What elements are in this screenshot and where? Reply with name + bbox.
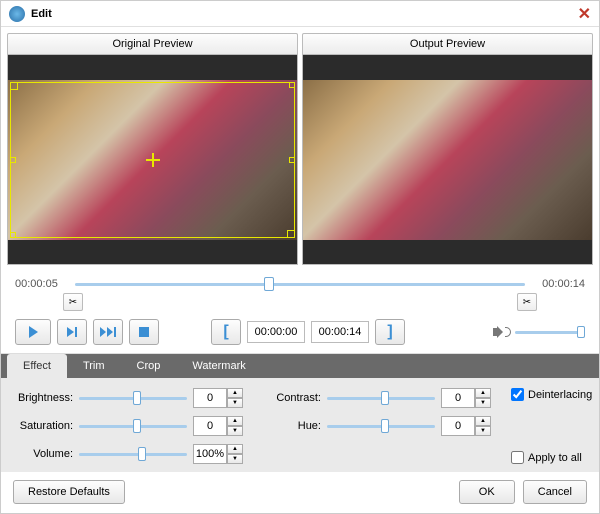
volume-label: Volume: bbox=[15, 448, 73, 460]
mark-out-button[interactable]: ✂ bbox=[517, 293, 537, 311]
volume-icon[interactable] bbox=[493, 325, 509, 339]
play-icon bbox=[29, 326, 38, 338]
tab-crop[interactable]: Crop bbox=[121, 354, 177, 378]
tab-effect[interactable]: Effect bbox=[7, 354, 67, 378]
output-preview-header: Output Preview bbox=[302, 33, 593, 55]
app-icon bbox=[9, 6, 25, 22]
crop-center-icon[interactable] bbox=[146, 153, 160, 167]
hue-down[interactable]: ▼ bbox=[475, 426, 491, 436]
hue-field[interactable] bbox=[441, 416, 475, 436]
step-button[interactable] bbox=[57, 319, 87, 345]
trim-in-field[interactable] bbox=[247, 321, 305, 343]
restore-defaults-button[interactable]: Restore Defaults bbox=[13, 480, 125, 504]
scissors-icon: ✂ bbox=[523, 297, 531, 308]
volume-up[interactable]: ▲ bbox=[227, 444, 243, 454]
saturation-slider[interactable] bbox=[79, 419, 187, 433]
deinterlacing-label: Deinterlacing bbox=[528, 389, 592, 401]
contrast-down[interactable]: ▼ bbox=[475, 398, 491, 408]
brightness-slider[interactable] bbox=[79, 391, 187, 405]
stop-button[interactable] bbox=[129, 319, 159, 345]
saturation-label: Saturation: bbox=[15, 420, 73, 432]
volume-effect-slider[interactable] bbox=[79, 447, 187, 461]
volume-slider[interactable] bbox=[515, 328, 585, 336]
tab-watermark[interactable]: Watermark bbox=[176, 354, 261, 378]
saturation-field[interactable] bbox=[193, 416, 227, 436]
play-button[interactable] bbox=[15, 319, 51, 345]
bracket-in-button[interactable]: [ bbox=[211, 319, 241, 345]
cancel-button[interactable]: Cancel bbox=[523, 480, 587, 504]
crop-rectangle[interactable] bbox=[10, 82, 295, 238]
brightness-field[interactable] bbox=[193, 388, 227, 408]
contrast-field[interactable] bbox=[441, 388, 475, 408]
bracket-out-button[interactable]: ] bbox=[375, 319, 405, 345]
hue-label: Hue: bbox=[263, 420, 321, 432]
brightness-label: Brightness: bbox=[15, 392, 73, 404]
apply-all-checkbox[interactable]: Apply to all bbox=[511, 451, 592, 464]
contrast-slider[interactable] bbox=[327, 391, 435, 405]
brightness-up[interactable]: ▲ bbox=[227, 388, 243, 398]
close-icon[interactable]: ✕ bbox=[578, 4, 591, 24]
window-title: Edit bbox=[31, 8, 578, 20]
stop-icon bbox=[139, 327, 149, 337]
output-preview bbox=[302, 55, 593, 265]
mark-in-button[interactable]: ✂ bbox=[63, 293, 83, 311]
step-icon bbox=[67, 327, 77, 337]
contrast-label: Contrast: bbox=[263, 392, 321, 404]
brightness-down[interactable]: ▼ bbox=[227, 398, 243, 408]
next-icon bbox=[100, 327, 116, 337]
bracket-left-icon: [ bbox=[223, 323, 228, 341]
tab-trim[interactable]: Trim bbox=[67, 354, 121, 378]
bracket-right-icon: ] bbox=[387, 323, 392, 341]
timeline-start-time: 00:00:05 bbox=[15, 278, 67, 290]
original-preview[interactable] bbox=[7, 55, 298, 265]
deinterlacing-checkbox[interactable]: Deinterlacing bbox=[511, 388, 592, 401]
saturation-down[interactable]: ▼ bbox=[227, 426, 243, 436]
timeline-slider[interactable] bbox=[75, 277, 525, 291]
scissors-icon: ✂ bbox=[69, 297, 77, 308]
volume-down[interactable]: ▼ bbox=[227, 454, 243, 464]
next-button[interactable] bbox=[93, 319, 123, 345]
original-preview-header: Original Preview bbox=[7, 33, 298, 55]
contrast-up[interactable]: ▲ bbox=[475, 388, 491, 398]
trim-out-field[interactable] bbox=[311, 321, 369, 343]
volume-field[interactable] bbox=[193, 444, 227, 464]
hue-up[interactable]: ▲ bbox=[475, 416, 491, 426]
ok-button[interactable]: OK bbox=[459, 480, 515, 504]
apply-all-label: Apply to all bbox=[528, 452, 582, 464]
saturation-up[interactable]: ▲ bbox=[227, 416, 243, 426]
timeline-end-time: 00:00:14 bbox=[533, 278, 585, 290]
hue-slider[interactable] bbox=[327, 419, 435, 433]
